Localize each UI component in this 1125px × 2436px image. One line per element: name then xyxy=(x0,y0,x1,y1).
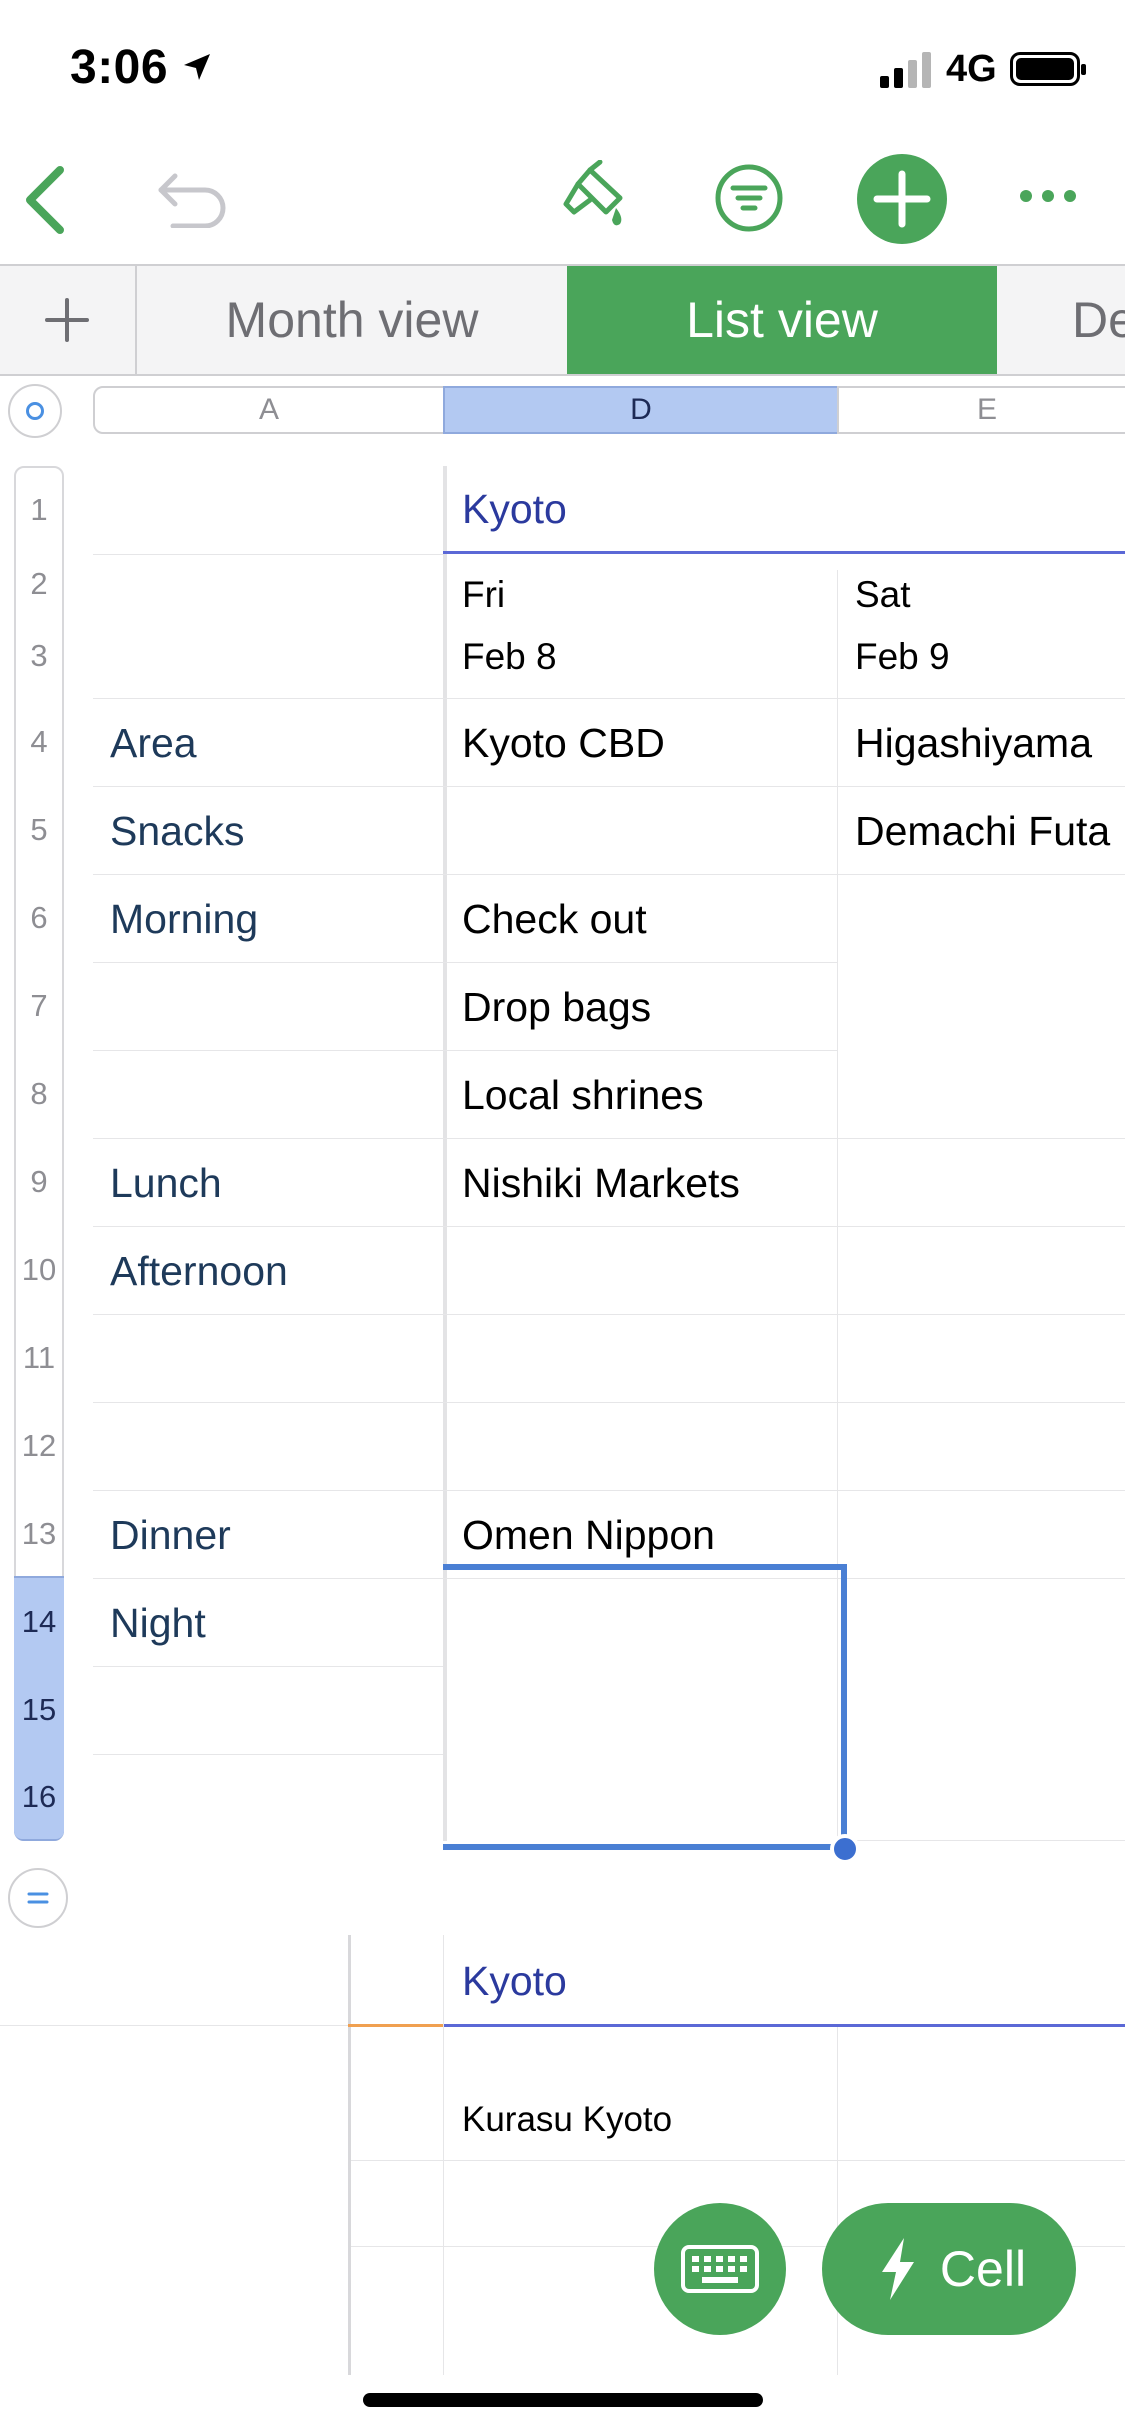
row-label-morning[interactable]: Morning xyxy=(110,896,258,943)
row-label-night[interactable]: Night xyxy=(110,1600,206,1647)
row-number[interactable]: 1 xyxy=(14,466,64,554)
more-options-icon[interactable] xyxy=(1020,190,1080,204)
table-cell[interactable]: Kurasu Kyoto xyxy=(462,2100,672,2140)
grid-line xyxy=(93,1138,1125,1139)
cell-d-morning[interactable]: Check out xyxy=(462,896,647,943)
paintbrush-icon[interactable] xyxy=(560,160,632,232)
day-date[interactable]: Feb 9 xyxy=(855,636,950,678)
grid-line xyxy=(0,2025,348,2026)
filter-icon[interactable] xyxy=(713,162,785,234)
row-number[interactable]: 4 xyxy=(14,698,64,786)
cell-selection-range[interactable] xyxy=(443,1564,847,1850)
row-number-selected[interactable]: 14 xyxy=(14,1578,64,1666)
row-number[interactable]: 11 xyxy=(14,1314,64,1402)
keyboard-button[interactable] xyxy=(654,2203,786,2335)
selection-resize-handle[interactable] xyxy=(830,1834,860,1864)
row-number-selected[interactable]: 16 xyxy=(14,1754,64,1839)
cell-d-morning[interactable]: Drop bags xyxy=(462,984,651,1031)
grid-line xyxy=(93,1050,837,1051)
grid-line xyxy=(443,1935,444,2375)
battery-icon xyxy=(1010,52,1086,86)
row-number[interactable]: 13 xyxy=(14,1490,64,1578)
plus-icon xyxy=(873,170,931,228)
cell-e-area[interactable]: Higashiyama xyxy=(855,720,1092,767)
plus-icon xyxy=(45,298,89,342)
grid-line xyxy=(351,2160,1125,2161)
grid-line xyxy=(93,554,443,555)
equals-icon xyxy=(27,1892,49,1904)
row-number[interactable]: 6 xyxy=(14,874,64,962)
grid-line xyxy=(93,1666,443,1667)
cell-d-lunch[interactable]: Nishiki Markets xyxy=(462,1160,740,1207)
header-row-divider xyxy=(348,2024,443,2027)
keyboard-icon xyxy=(681,2245,759,2293)
column-header-a[interactable]: A xyxy=(93,386,445,434)
row-label-lunch[interactable]: Lunch xyxy=(110,1160,222,1207)
column-header-e[interactable]: E xyxy=(837,386,1125,434)
signal-icon xyxy=(880,52,936,88)
header-column-divider xyxy=(348,1935,351,2375)
location-arrow-icon xyxy=(184,54,210,80)
row-number[interactable]: 10 xyxy=(14,1226,64,1314)
tab-list-view[interactable]: List view xyxy=(567,266,997,374)
day-weekday[interactable]: Fri xyxy=(462,574,505,616)
row-label-snacks[interactable]: Snacks xyxy=(110,808,244,855)
add-button[interactable] xyxy=(857,154,947,244)
back-chevron-icon[interactable] xyxy=(20,165,70,235)
cell-e-snacks[interactable]: Demachi Futa xyxy=(855,808,1125,855)
day-date[interactable]: Feb 8 xyxy=(462,636,557,678)
grid-line xyxy=(93,1754,443,1755)
table-title[interactable]: Kyoto xyxy=(462,1958,567,2005)
grid-line xyxy=(837,2027,838,2375)
row-number[interactable]: 5 xyxy=(14,786,64,874)
tab-month-view[interactable]: Month view xyxy=(137,266,567,374)
add-row-handle[interactable] xyxy=(8,1868,68,1928)
sheet-tab-bar: Month view List view De xyxy=(0,264,1125,376)
row-number-selected[interactable]: 15 xyxy=(14,1666,64,1754)
table-title[interactable]: Kyoto xyxy=(462,486,567,533)
grid-line xyxy=(93,962,837,963)
title-underline xyxy=(443,551,1125,554)
grid-line xyxy=(93,874,1125,875)
cell-d-area[interactable]: Kyoto CBD xyxy=(462,720,665,767)
row-number[interactable]: 2 xyxy=(14,554,64,614)
grid-line xyxy=(93,1314,1125,1315)
day-weekday[interactable]: Sat xyxy=(855,574,911,616)
column-header-d[interactable]: D xyxy=(443,386,839,434)
row-number[interactable]: 8 xyxy=(14,1050,64,1138)
title-underline xyxy=(443,2024,1125,2027)
cell-d-dinner[interactable]: Omen Nippon xyxy=(462,1512,715,1559)
grid-line xyxy=(93,1402,1125,1403)
row-number[interactable]: 12 xyxy=(14,1402,64,1490)
undo-icon[interactable] xyxy=(155,168,230,228)
cell-button-label: Cell xyxy=(939,2241,1027,2297)
cell-d-morning[interactable]: Local shrines xyxy=(462,1072,704,1119)
home-indicator xyxy=(363,2393,763,2407)
network-label: 4G xyxy=(946,48,997,90)
row-label-dinner[interactable]: Dinner xyxy=(110,1512,231,1559)
row-label-area[interactable]: Area xyxy=(110,720,197,767)
add-sheet-button[interactable] xyxy=(0,266,135,374)
lightning-icon xyxy=(881,2238,914,2300)
row-number[interactable]: 9 xyxy=(14,1138,64,1226)
status-time: 3:06 xyxy=(70,41,169,94)
row-label-afternoon[interactable]: Afternoon xyxy=(110,1248,288,1295)
grid-line xyxy=(837,1840,1125,1841)
grid-line xyxy=(93,1490,1125,1491)
row-number[interactable]: 3 xyxy=(14,614,64,698)
grid-line xyxy=(93,698,1125,699)
tab-partial[interactable]: De xyxy=(997,266,1125,374)
cell-format-button[interactable]: Cell xyxy=(822,2203,1076,2335)
row-number[interactable]: 7 xyxy=(14,962,64,1050)
select-all-button[interactable] xyxy=(8,384,62,438)
grid-line xyxy=(93,786,1125,787)
grid-line xyxy=(93,1226,1125,1227)
